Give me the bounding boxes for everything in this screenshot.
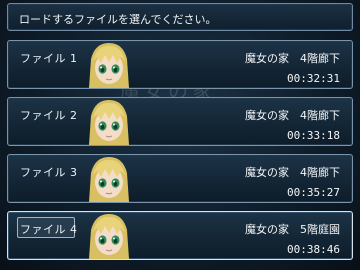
load-prompt-text: ロードするファイルを選んでください。 [19, 13, 217, 26]
slot-playtime: 00:38:46 [287, 243, 340, 256]
slot-location: 魔女の家 5階庭園 [245, 223, 340, 236]
character-portrait [83, 98, 135, 145]
slot-playtime: 00:32:31 [287, 72, 340, 85]
slot-playtime: 00:33:18 [287, 129, 340, 142]
slot-location: 魔女の家 4階廊下 [245, 52, 340, 65]
save-slot-3[interactable]: ファイル 3 魔女の家 4階廊下 00:35:27 [7, 154, 353, 203]
character-portrait [83, 212, 135, 259]
character-portrait [83, 41, 135, 88]
slot-file-label: ファイル 3 [20, 166, 78, 179]
slot-location: 魔女の家 4階廊下 [245, 109, 340, 122]
slot-location: 魔女の家 4階廊下 [245, 166, 340, 179]
load-screen: ロードするファイルを選んでください。 魔女の家 ファイル 1 魔女の家 4階廊下… [0, 0, 360, 270]
save-slot-1[interactable]: ファイル 1 魔女の家 4階廊下 00:32:31 [7, 40, 353, 89]
slot-playtime: 00:35:27 [287, 186, 340, 199]
slot-file-label: ファイル 4 [20, 223, 78, 236]
character-portrait [83, 155, 135, 202]
save-slot-2[interactable]: ファイル 2 魔女の家 4階廊下 00:33:18 [7, 97, 353, 146]
save-slot-4[interactable]: ファイル 4 魔女の家 5階庭園 00:38:46 [7, 211, 353, 260]
load-prompt-bar: ロードするファイルを選んでください。 [7, 3, 353, 31]
slot-file-label: ファイル 1 [20, 52, 78, 65]
slot-file-label: ファイル 2 [20, 109, 78, 122]
